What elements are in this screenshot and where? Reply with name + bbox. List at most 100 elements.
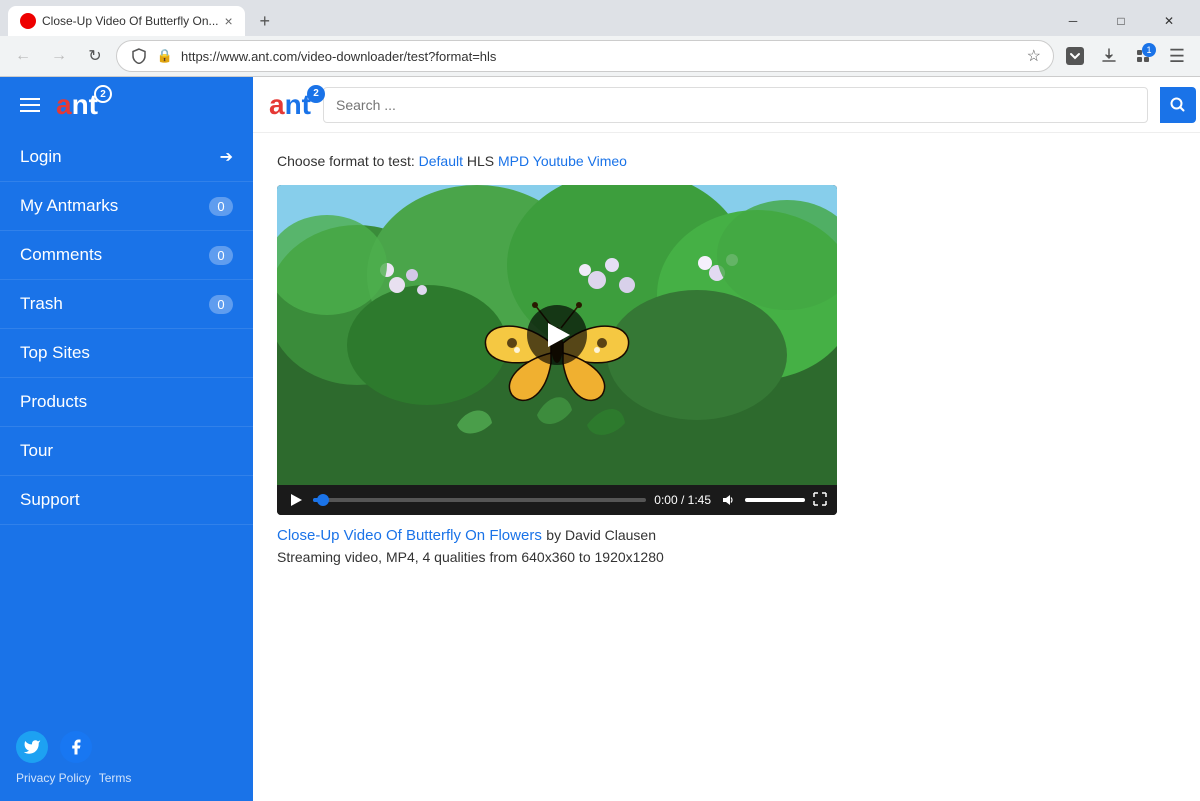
menu-button[interactable]: ☰ [1162,41,1192,71]
format-vimeo-link[interactable]: Vimeo [588,153,627,169]
page-layout: ant 2 Login ➔ My Antmarks 0 Comments 0 T… [0,77,1200,801]
footer-links: Privacy Policy Terms [16,771,237,785]
content-area: Choose format to test: Default HLS MPD Y… [253,133,1200,585]
sidebar-trash-label: Trash [20,294,209,314]
browser-tab[interactable]: Close-Up Video Of Butterfly On... × [8,6,245,36]
tab-title: Close-Up Video Of Butterfly On... [42,14,219,28]
hamburger-line-3 [20,110,40,112]
menu-icon: ☰ [1169,46,1185,67]
extensions-button[interactable]: 1 [1128,41,1158,71]
forward-button[interactable]: → [44,41,74,71]
window-controls: ─ □ ✕ [1050,6,1192,36]
title-bar: Close-Up Video Of Butterfly On... × + ─ … [0,0,1200,36]
sidebar-item-products[interactable]: Products [0,378,253,427]
format-youtube-link[interactable]: Youtube [533,153,584,169]
sidebar-support-label: Support [20,490,233,510]
sidebar-login-label: Login [20,147,220,167]
comments-count: 0 [209,246,233,265]
hamburger-button[interactable] [16,94,44,116]
refresh-button[interactable]: ↻ [80,41,110,71]
login-arrow-icon: ➔ [220,147,233,167]
format-default-link[interactable]: Default [419,153,463,169]
video-progress-dot [317,494,329,506]
sidebar-item-my-antmarks[interactable]: My Antmarks 0 [0,182,253,231]
sidebar-antmarks-label: My Antmarks [20,196,209,216]
shield-icon [129,46,149,66]
main-content: ant 2 Choose format to test: Default [253,77,1200,801]
video-total-time: 1:45 [688,493,711,507]
video-volume-slider[interactable] [745,498,805,502]
video-controls: 0:00 / 1:45 [277,485,837,515]
app-logo: ant 2 [269,89,311,121]
sidebar-item-login[interactable]: Login ➔ [0,133,253,182]
tab-close-button[interactable]: × [225,14,233,28]
tab-favicon [20,13,36,29]
new-tab-button[interactable]: + [251,7,279,35]
video-current-time: 0:00 [654,493,677,507]
social-icons [16,731,237,763]
format-selector-line: Choose format to test: Default HLS MPD Y… [277,153,1176,169]
lock-icon: 🔒 [155,46,175,66]
nav-bar: ← → ↻ 🔒 ☆ [0,36,1200,76]
twitter-button[interactable] [16,731,48,763]
sidebar-item-tour[interactable]: Tour [0,427,253,476]
sidebar-logo-badge: 2 [94,85,112,103]
hamburger-line-1 [20,98,40,100]
search-box [323,87,1148,123]
video-play-pause-button[interactable] [287,491,305,509]
pocket-button[interactable] [1060,41,1090,71]
play-triangle-icon [548,323,570,347]
logo-a-letter: a [56,89,72,120]
minimize-button[interactable]: ─ [1050,6,1096,36]
antmarks-count: 0 [209,197,233,216]
app-logo-badge: 2 [307,85,325,103]
sidebar-logo: ant 2 [56,89,98,121]
sidebar-products-label: Products [20,392,233,412]
sidebar-footer: Privacy Policy Terms [0,715,253,801]
video-meta: Streaming video, MP4, 4 qualities from 6… [277,549,1176,565]
sidebar-item-support[interactable]: Support [0,476,253,525]
close-button[interactable]: ✕ [1146,6,1192,36]
video-player: 0:00 / 1:45 [277,185,837,515]
search-input[interactable] [336,97,1135,113]
maximize-button[interactable]: □ [1098,6,1144,36]
format-label: Choose format to test: [277,153,415,169]
video-title-line: Close-Up Video Of Butterfly On Flowers b… [277,527,1176,545]
nav-right-icons: 1 ☰ [1060,41,1192,71]
format-mpd-link[interactable]: MPD [498,153,529,169]
bookmark-star-button[interactable]: ☆ [1027,46,1041,66]
facebook-button[interactable] [60,731,92,763]
sidebar-item-comments[interactable]: Comments 0 [0,231,253,280]
sidebar-navigation: Login ➔ My Antmarks 0 Comments 0 Trash 0… [0,133,253,715]
app-header: ant 2 [253,77,1200,133]
extensions-badge: 1 [1142,43,1156,57]
video-author: by David Clausen [546,527,656,543]
download-button[interactable] [1094,41,1124,71]
search-button[interactable] [1160,87,1196,123]
sidebar-header: ant 2 [0,77,253,133]
sidebar-comments-label: Comments [20,245,209,265]
play-button[interactable] [527,305,587,365]
address-bar[interactable]: 🔒 ☆ [116,40,1054,72]
app-logo-a: a [269,89,285,120]
privacy-policy-link[interactable]: Privacy Policy [16,771,91,785]
format-hls-current: HLS [467,153,494,169]
video-fullscreen-button[interactable] [813,492,827,509]
url-input[interactable] [181,49,1021,64]
sidebar-topsites-label: Top Sites [20,343,233,363]
video-title-link[interactable]: Close-Up Video Of Butterfly On Flowers [277,527,542,544]
video-progress-bar[interactable] [313,498,646,502]
video-time-separator: / [681,493,688,507]
video-mute-button[interactable] [719,491,737,509]
sidebar: ant 2 Login ➔ My Antmarks 0 Comments 0 T… [0,77,253,801]
back-button[interactable]: ← [8,41,38,71]
browser-chrome: Close-Up Video Of Butterfly On... × + ─ … [0,0,1200,77]
video-time-display: 0:00 / 1:45 [654,493,711,507]
sidebar-item-top-sites[interactable]: Top Sites [0,329,253,378]
sidebar-tour-label: Tour [20,441,233,461]
terms-link[interactable]: Terms [99,771,132,785]
video-info: Close-Up Video Of Butterfly On Flowers b… [277,527,1176,565]
sidebar-item-trash[interactable]: Trash 0 [0,280,253,329]
hamburger-line-2 [20,104,40,106]
trash-count: 0 [209,295,233,314]
